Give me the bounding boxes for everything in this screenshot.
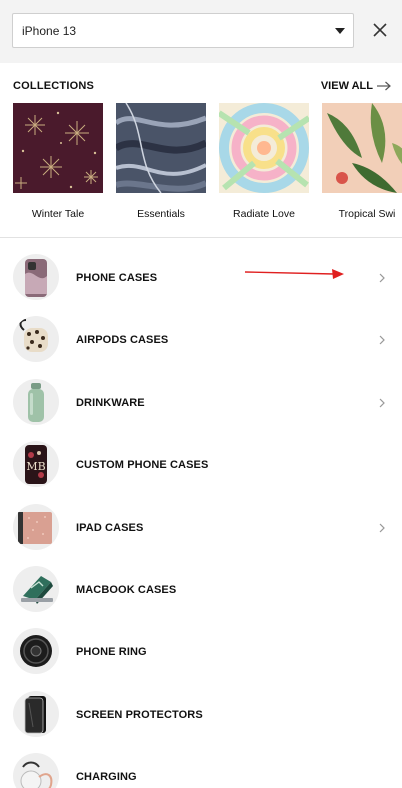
collection-image — [13, 103, 103, 193]
device-select[interactable]: iPhone 13 — [12, 13, 354, 48]
collection-image — [322, 103, 402, 193]
chevron-right-icon — [378, 334, 386, 346]
menu-item-label: SCREEN PROTECTORS — [76, 708, 203, 721]
menu-item-label: PHONE CASES — [76, 272, 158, 284]
menu-item-label: IPAD CASES — [76, 521, 144, 534]
category-menu: PHONE CASES AIRPODS CASES DRINKWARE MB C… — [0, 246, 402, 788]
collections-header: COLLECTIONS VIEW ALL — [13, 80, 391, 94]
caret-down-icon — [335, 28, 345, 34]
menu-item-ipad-cases[interactable]: IPAD CASES — [0, 496, 402, 558]
section-divider — [0, 237, 402, 238]
svg-text:MB: MB — [26, 460, 45, 473]
drinkware-thumbnail — [13, 378, 59, 425]
close-icon — [373, 23, 387, 37]
menu-item-drinkware[interactable]: DRINKWARE — [0, 371, 402, 433]
close-button[interactable] — [368, 18, 392, 42]
menu-item-charging[interactable]: CHARGING — [0, 745, 402, 788]
chevron-right-icon — [378, 272, 386, 284]
menu-item-phone-ring[interactable]: PHONE RING — [0, 620, 402, 682]
view-all-link[interactable]: VIEW ALL — [321, 80, 391, 92]
collection-image — [219, 103, 309, 193]
collection-label: Radiate Love — [233, 208, 295, 220]
collection-label: Winter Tale — [31, 208, 85, 220]
phone-ring-thumbnail — [13, 628, 59, 675]
menu-item-airpods-cases[interactable]: AIRPODS CASES — [0, 308, 402, 370]
menu-item-label: PHONE RING — [76, 646, 147, 659]
airpods-case-thumbnail — [13, 316, 59, 363]
collections-carousel[interactable]: Winter Tale Essentials Radiate Love Trop… — [13, 103, 402, 228]
custom-case-thumbnail: MB — [13, 441, 59, 488]
collections-title: COLLECTIONS — [13, 80, 95, 92]
phone-case-thumbnail — [13, 254, 59, 300]
menu-item-screen-protectors[interactable]: SCREEN PROTECTORS — [0, 683, 402, 745]
collection-label: Tropical Swi — [338, 208, 396, 220]
arrow-right-icon — [377, 81, 391, 91]
charging-thumbnail — [13, 753, 59, 788]
collection-card-essentials[interactable]: Essentials — [116, 103, 206, 220]
menu-item-label: AIRPODS CASES — [76, 334, 169, 347]
device-select-value: iPhone 13 — [22, 24, 77, 38]
macbook-case-thumbnail — [13, 565, 59, 612]
chevron-right-icon — [378, 522, 386, 534]
chevron-right-icon — [378, 397, 386, 409]
menu-item-label: MACBOOK CASES — [76, 583, 177, 596]
collection-card-tropical[interactable]: Tropical Swi — [322, 103, 402, 220]
menu-item-macbook-cases[interactable]: MACBOOK CASES — [0, 558, 402, 620]
view-all-label: VIEW ALL — [320, 80, 373, 92]
annotation-arrow-icon — [244, 269, 344, 279]
collection-label: Essentials — [137, 208, 185, 220]
top-bar: iPhone 13 — [0, 0, 402, 63]
menu-item-label: CHARGING — [76, 771, 137, 784]
collection-card-radiate-love[interactable]: Radiate Love — [219, 103, 309, 220]
ipad-case-thumbnail — [13, 503, 59, 550]
menu-item-custom-phone-cases[interactable]: MB CUSTOM PHONE CASES — [0, 433, 402, 495]
collection-image — [116, 103, 206, 193]
menu-item-label: CUSTOM PHONE CASES — [76, 459, 209, 472]
collection-card-winter-tale[interactable]: Winter Tale — [13, 103, 103, 220]
screen-protector-thumbnail — [13, 690, 59, 737]
menu-item-label: DRINKWARE — [76, 396, 145, 409]
